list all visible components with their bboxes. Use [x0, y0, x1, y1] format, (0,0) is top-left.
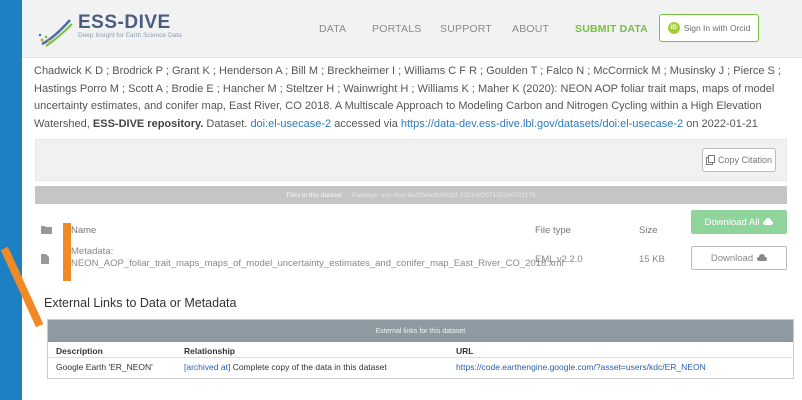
- external-link-row: Google Earth 'ER_NEON' [archived at] Com…: [48, 358, 793, 378]
- header-file-type: File type: [535, 225, 571, 236]
- link-description: Google Earth 'ER_NEON': [56, 362, 153, 372]
- files-header-bar: Files in this dataset Package: ess-dive-…: [35, 186, 787, 204]
- annotation-arrow: [0, 246, 44, 328]
- file-type: EML v2.2.0: [535, 254, 583, 265]
- external-links-bar: External links for this dataset: [48, 320, 793, 342]
- ess-dive-logo[interactable]: ESS-DIVE Deep Insight for Earth Science …: [36, 10, 196, 50]
- copy-citation-label: Copy Citation: [717, 155, 773, 165]
- copy-citation-button[interactable]: Copy Citation: [702, 148, 776, 172]
- cloud-download-icon: [763, 218, 774, 225]
- external-links-header: Description Relationship URL: [48, 342, 793, 358]
- dataset-citation: Chadwick K D ; Brodrick P ; Grant K ; He…: [34, 63, 794, 133]
- nav-portals[interactable]: PORTALS: [372, 23, 421, 35]
- header-description: Description: [56, 346, 103, 356]
- relationship-text: Complete copy of the data in this datase…: [232, 362, 387, 372]
- link-relationship: [archived at] Complete copy of the data …: [184, 362, 387, 372]
- header-url: URL: [456, 346, 474, 356]
- citation-date: 2022-01-21: [701, 117, 758, 130]
- external-links-title: External Links to Data or Metadata: [44, 296, 237, 310]
- header-name: Name: [71, 225, 97, 236]
- citation-dataset-prefix: Dataset.: [206, 117, 248, 130]
- clipboard-icon: [705, 155, 715, 165]
- external-url-link[interactable]: https://code.earthengine.google.com/?ass…: [456, 362, 706, 372]
- copy-citation-panel: Copy Citation: [35, 139, 787, 181]
- brand-tagline: Deep Insight for Earth Science Data: [78, 32, 182, 39]
- nav-about[interactable]: ABOUT: [512, 23, 549, 35]
- site-header: ESS-DIVE Deep Insight for Earth Science …: [22, 0, 802, 58]
- citation-url-link[interactable]: https://data-dev.ess-dive.lbl.gov/datase…: [401, 118, 683, 130]
- download-label: Download: [710, 252, 754, 264]
- files-bar-title: Files in this dataset: [286, 191, 343, 199]
- citation-accessed-via: accessed via: [334, 117, 398, 130]
- orcid-icon: iD: [667, 22, 680, 34]
- file-name[interactable]: Metadata: NEON_AOP_foliar_trait_maps_map…: [71, 246, 564, 270]
- file-row: Metadata: NEON_AOP_foliar_trait_maps_map…: [35, 246, 787, 288]
- dataset-page: ESS-DIVE Deep Insight for Earth Science …: [22, 0, 802, 400]
- citation-on: on: [686, 117, 699, 130]
- download-all-button[interactable]: Download All: [691, 210, 787, 234]
- nav-data[interactable]: DATA: [319, 23, 346, 35]
- header-relationship: Relationship: [184, 346, 236, 356]
- package-id: Package: ess-dive-6a22b4adb0dc83-2021083…: [352, 191, 536, 199]
- citation-repository: ESS-DIVE repository.: [92, 117, 204, 130]
- header-size: Size: [639, 225, 658, 236]
- citation-doi-link[interactable]: doi:el-usecase-2: [250, 118, 331, 130]
- file-size: 15 KB: [639, 254, 665, 265]
- nav-support[interactable]: SUPPORT: [440, 23, 492, 35]
- orcid-label: Sign In with Orcid: [683, 23, 751, 33]
- external-links-table: External links for this dataset Descript…: [47, 319, 794, 379]
- cloud-download-icon: [757, 254, 768, 261]
- relationship-tag[interactable]: [archived at]: [184, 362, 230, 372]
- sign-in-orcid-button[interactable]: iD Sign In with Orcid: [659, 14, 759, 42]
- files-table-header: Name File type Size: [35, 210, 787, 240]
- annotation-highlight-bar: [63, 223, 71, 281]
- nav-submit-data[interactable]: SUBMIT DATA: [575, 23, 648, 35]
- download-button[interactable]: Download: [691, 246, 787, 270]
- download-all-label: Download All: [704, 216, 760, 228]
- brand-name: ESS-DIVE: [78, 12, 171, 33]
